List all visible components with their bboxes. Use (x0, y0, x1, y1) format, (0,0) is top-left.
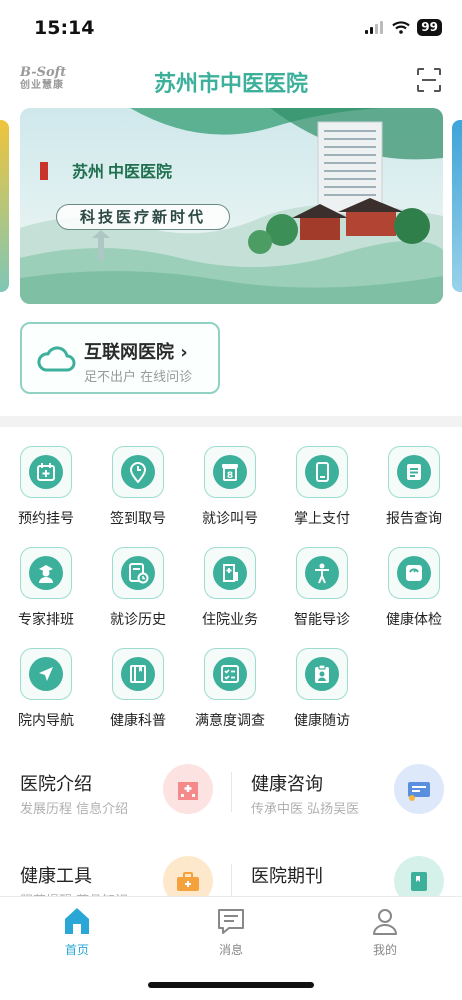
internet-hospital-card[interactable]: 互联网医院 › 足不出户 在线问诊 (20, 322, 220, 394)
home-icon (65, 908, 89, 934)
hospital-building-icon (178, 782, 198, 800)
checklist-icon (221, 665, 239, 683)
grid-item-followup[interactable]: 健康随访 (276, 642, 368, 732)
signal-icon (365, 21, 384, 34)
info-title: 健康工具 (20, 866, 92, 887)
banner-carousel[interactable]: 苏州 中医医院 科技医疗新时代 (0, 108, 462, 304)
grid-label: 健康随访 (294, 713, 350, 729)
hospital-intro-card[interactable]: 医院介绍 发展历程 信息介绍 (0, 764, 221, 844)
tab-label-messages: 消息 (218, 943, 243, 957)
info-title: 医院介绍 (20, 774, 92, 795)
grid-label: 住院业务 (202, 612, 258, 628)
grid-label: 专家排班 (18, 612, 74, 628)
page-title: 苏州市中医医院 (153, 72, 308, 97)
grid-label: 签到取号 (110, 511, 166, 527)
info-subtitle: 发展历程 信息介绍 (20, 802, 129, 817)
banner-brand-big: 苏州 (72, 162, 105, 181)
info-title: 医院期刊 (251, 866, 323, 887)
phone-pay-icon (316, 462, 329, 482)
tab-label-profile: 我的 (372, 943, 397, 957)
grid-item-report[interactable]: 报告查询 (368, 440, 460, 530)
banner-brand: 苏州 中医医院 (72, 158, 172, 182)
banner-brand-small: 中医医院 (108, 162, 173, 181)
toolbox-icon (177, 872, 199, 891)
book-icon (130, 665, 146, 683)
grid-item-health-science[interactable]: 健康科普 (92, 642, 184, 732)
grid-label: 满意度调查 (195, 713, 265, 729)
clipboard-user-icon (315, 664, 329, 683)
battery-level: 99 (417, 19, 442, 36)
info-subtitle: 传承中医 弘扬吴医 (251, 802, 360, 817)
info-title: 健康咨询 (251, 774, 323, 795)
doctor-icon (39, 565, 53, 583)
tab-profile[interactable]: 我的 (308, 905, 462, 961)
report-icon (407, 464, 421, 480)
internet-hospital-title: 互联网医院 › (84, 342, 188, 363)
user-icon (373, 909, 397, 935)
scale-icon (406, 565, 422, 581)
tab-home[interactable]: 首页 (0, 905, 154, 961)
grid-label: 健康科普 (110, 713, 166, 729)
grid-label: 健康体检 (386, 612, 442, 628)
grid-item-expert-schedule[interactable]: 专家排班 (0, 541, 92, 631)
internet-hospital-subtitle: 足不出户 在线问诊 (84, 370, 193, 385)
body-guide-icon (315, 563, 329, 584)
info-icon-wrap (394, 764, 444, 814)
banner-slogan: 科技医疗新时代 (56, 204, 230, 230)
grid-label: 掌上支付 (294, 511, 350, 527)
info-icon-wrap (163, 764, 213, 814)
grid-item-appointment[interactable]: 预约挂号 (0, 440, 92, 530)
grid-item-smart-guide[interactable]: 智能导诊 (276, 541, 368, 631)
grid-label: 就诊叫号 (202, 511, 258, 527)
banner-next-peek[interactable] (452, 120, 462, 292)
wifi-icon (392, 21, 411, 34)
grid-label: 智能导诊 (294, 612, 350, 628)
status-bar: 15:14 99 (0, 0, 462, 56)
queue-ticket-icon: 8 (222, 464, 238, 481)
grid-item-checkin[interactable]: 签到取号 (92, 440, 184, 530)
grid-item-mobile-pay[interactable]: 掌上支付 (276, 440, 368, 530)
calendar-add-icon (37, 463, 55, 481)
grid-label: 院内导航 (18, 713, 74, 729)
hospital-bed-icon (223, 564, 238, 582)
status-time: 15:14 (34, 17, 95, 39)
tab-label-home: 首页 (64, 943, 89, 957)
svg-text:8: 8 (227, 471, 233, 481)
location-clock-icon (129, 462, 147, 483)
journal-icon (411, 872, 427, 891)
grid-label: 就诊历史 (110, 612, 166, 628)
tab-messages[interactable]: 消息 (154, 905, 308, 961)
status-icons: 99 (365, 19, 442, 36)
navigation-icon (39, 667, 53, 681)
history-icon (129, 563, 149, 584)
banner-prev-peek[interactable] (0, 120, 9, 292)
grid-item-indoor-nav[interactable]: 院内导航 (0, 642, 92, 732)
health-consult-card[interactable]: 健康咨询 传承中医 弘扬吴医 (231, 764, 452, 844)
header: B-Soft 创业慧康 苏州市中医医院 (0, 56, 462, 106)
grid-label: 报告查询 (386, 511, 442, 527)
home-indicator[interactable] (148, 982, 314, 988)
grid-item-visit-history[interactable]: 就诊历史 (92, 541, 184, 631)
scan-icon[interactable] (416, 67, 442, 93)
grid-item-health-check[interactable]: 健康体检 (368, 541, 460, 631)
cloud-icon (37, 346, 76, 372)
grid-label: 预约挂号 (18, 511, 74, 527)
message-icon (218, 909, 244, 934)
grid-item-queue-call[interactable]: 8 就诊叫号 (184, 440, 276, 530)
section-divider (0, 416, 462, 427)
grid-item-satisfaction-survey[interactable]: 满意度调查 (184, 642, 276, 732)
banner-slide[interactable]: 苏州 中医医院 科技医疗新时代 (20, 108, 443, 304)
consult-card-icon (408, 782, 430, 801)
grid-item-inpatient[interactable]: 住院业务 (184, 541, 276, 631)
